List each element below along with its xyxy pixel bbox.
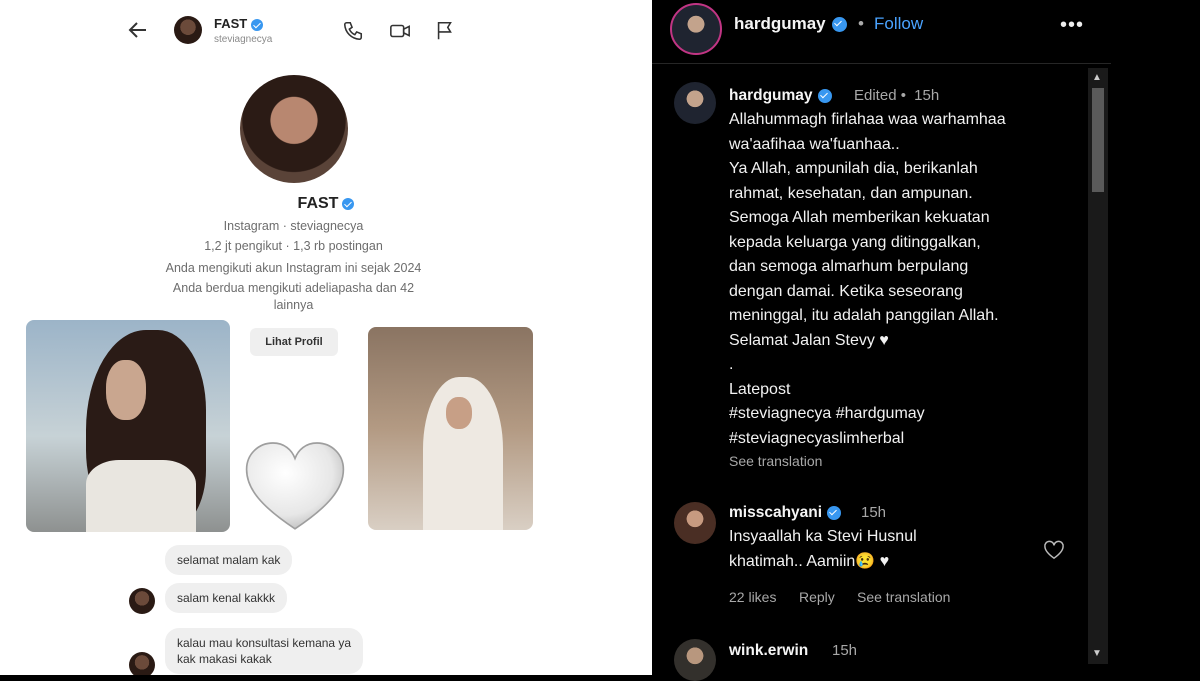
- poster-username[interactable]: hardgumay: [734, 14, 847, 34]
- more-options-icon[interactable]: •••: [1060, 14, 1084, 37]
- caption-username[interactable]: hardgumay: [729, 87, 832, 105]
- dm-panel: FAST steviagnecya FAST Instagram · stevi…: [0, 0, 652, 675]
- comment-username[interactable]: wink.erwin: [729, 642, 808, 660]
- profile-source: Instagram · steviagnecya: [223, 219, 364, 233]
- flag-icon[interactable]: [434, 20, 456, 42]
- commenter-avatar[interactable]: [674, 502, 716, 544]
- message-bubble: selamat malam kak: [165, 545, 293, 575]
- profile-avatar[interactable]: [240, 75, 348, 183]
- message-bubble: salam kenal kakkk: [165, 583, 288, 613]
- like-heart-icon[interactable]: [1043, 540, 1065, 560]
- scroll-up-arrow-icon[interactable]: ▲: [1092, 72, 1102, 83]
- caption-avatar[interactable]: [674, 82, 716, 124]
- view-profile-button[interactable]: Lihat Profil: [250, 328, 338, 356]
- photo-subject-face: [446, 397, 472, 429]
- post-panel: hardgumay • Follow ••• ▲ ▼ hardgumay Edi…: [652, 0, 1111, 681]
- verified-icon: [817, 88, 832, 103]
- caption-text: Allahummagh firlahaa waa warhamhaa wa'aa…: [729, 111, 1006, 447]
- verified-icon: [827, 505, 842, 520]
- caption-meta: Edited • 15h: [854, 87, 940, 104]
- follow-button[interactable]: Follow: [874, 14, 923, 34]
- caption-see-translation[interactable]: See translation: [729, 453, 822, 469]
- verified-icon: [342, 197, 355, 210]
- comment-username[interactable]: misscahyani: [729, 504, 842, 522]
- heart-sticker-icon: [245, 442, 345, 530]
- verified-icon: [251, 18, 264, 31]
- photo-subject-face: [106, 360, 146, 420]
- comment-text: Insyaallah ka Stevi Husnul khatimah.. Aa…: [729, 528, 917, 570]
- verified-icon: [831, 17, 847, 33]
- scrollbar-thumb[interactable]: [1092, 88, 1104, 192]
- profile-following-since: Anda mengikuti akun Instagram ini sejak …: [165, 261, 422, 275]
- comment-see-translation[interactable]: See translation: [857, 589, 950, 605]
- comment-time: 15h: [832, 642, 858, 659]
- edited-label: Edited: [854, 87, 897, 104]
- phone-icon[interactable]: [342, 20, 364, 42]
- header-avatar[interactable]: [174, 16, 202, 44]
- caption-time: 15h: [914, 87, 940, 104]
- sender-avatar[interactable]: [129, 588, 155, 614]
- post-header: hardgumay • Follow •••: [652, 0, 1111, 64]
- sender-avatar[interactable]: [129, 652, 155, 675]
- comment-time: 15h: [861, 504, 887, 521]
- header-username: steviagnecya: [214, 34, 273, 45]
- poster-avatar[interactable]: [670, 3, 722, 55]
- profile-name: FAST: [0, 195, 652, 213]
- profile-mutuals-cont: lainnya: [273, 298, 314, 312]
- scroll-down-arrow-icon[interactable]: ▼: [1092, 648, 1102, 659]
- photo-subject-clothing: [86, 460, 196, 532]
- message-bubble: kalau mau konsultasi kemana ya kak makas…: [165, 628, 364, 674]
- profile-mutuals: Anda berdua mengikuti adeliapasha dan 42: [172, 281, 415, 295]
- profile-stats: 1,2 jt pengikut · 1,3 rb postingan: [204, 239, 383, 253]
- separator-dot: •: [858, 14, 864, 33]
- shared-photo-1[interactable]: [26, 320, 230, 532]
- comment-reply[interactable]: Reply: [799, 589, 835, 605]
- video-call-icon[interactable]: [389, 20, 411, 42]
- comment-likes[interactable]: 22 likes: [729, 589, 776, 605]
- header-name[interactable]: FAST: [214, 16, 264, 31]
- shared-photo-2[interactable]: [368, 327, 533, 530]
- back-arrow-icon[interactable]: [126, 18, 150, 42]
- right-gutter: [1111, 0, 1200, 675]
- dm-header: FAST steviagnecya: [0, 12, 652, 52]
